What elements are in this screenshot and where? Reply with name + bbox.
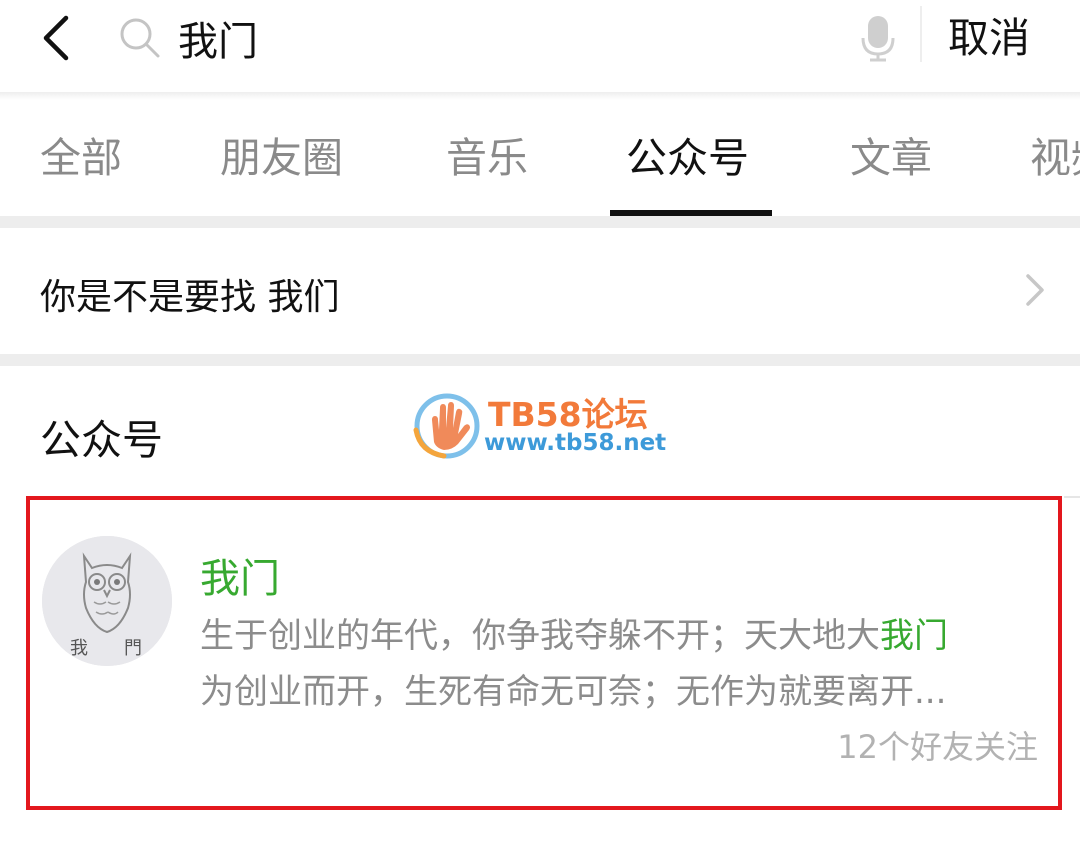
chevron-right-icon (1026, 274, 1044, 306)
description-text: 生于创业的年代，你争我夺躲不开；天大地大 (200, 616, 880, 656)
suggestion-label: 你是不是要找 我们 (40, 277, 340, 318)
tab-all[interactable]: 全部 (40, 124, 122, 184)
header-divider (0, 92, 1080, 100)
search-suggestion[interactable]: 你是不是要找 我们 (0, 228, 1080, 354)
search-bar: 取消 (0, 0, 1080, 92)
official-accounts-section: 公众号 TB58论坛 www.tb58.net 我 門 我门 生于创业的年代，你… (0, 366, 1080, 848)
cancel-button[interactable]: 取消 (948, 8, 1030, 68)
avatar-text-2: 門 (124, 638, 142, 659)
list-divider (1064, 496, 1080, 498)
category-tabs: 全部 朋友圈 音乐 公众号 文章 视频 (0, 100, 1080, 216)
description-text: 为创业而开，生死有命无可奈；无作为就要离开... (200, 672, 947, 712)
section-title: 公众号 (40, 416, 163, 464)
tab-official-accounts[interactable]: 公众号 (626, 124, 749, 184)
account-result-card[interactable]: 我 門 我门 生于创业的年代，你争我夺躲不开；天大地大我门 为创业而开，生死有命… (26, 496, 1062, 810)
back-icon[interactable] (36, 12, 80, 64)
search-icon (120, 18, 160, 58)
tab-music[interactable]: 音乐 (446, 124, 528, 184)
microphone-icon[interactable] (860, 14, 896, 62)
tab-moments[interactable]: 朋友圈 (220, 124, 343, 184)
search-divider (920, 6, 922, 62)
hand-logo-icon (413, 393, 480, 459)
avatar-text-1: 我 (70, 638, 88, 659)
search-input[interactable] (178, 8, 818, 68)
avatar: 我 門 (42, 536, 172, 666)
account-name: 我门 (200, 556, 280, 602)
tab-videos[interactable]: 视频 (1030, 124, 1080, 184)
section-divider (0, 354, 1080, 366)
watermark-url: www.tb58.net (484, 430, 667, 456)
description-highlight: 我门 (880, 616, 948, 656)
tab-articles[interactable]: 文章 (850, 124, 932, 184)
friends-following-count: 12个好友关注 (837, 728, 1038, 766)
owl-icon: 我 門 (42, 536, 172, 666)
section-divider (0, 216, 1080, 228)
account-description: 生于创业的年代，你争我夺躲不开；天大地大我门 为创业而开，生死有命无可奈；无作为… (200, 608, 1050, 720)
watermark-title: TB58论坛 (488, 395, 648, 434)
